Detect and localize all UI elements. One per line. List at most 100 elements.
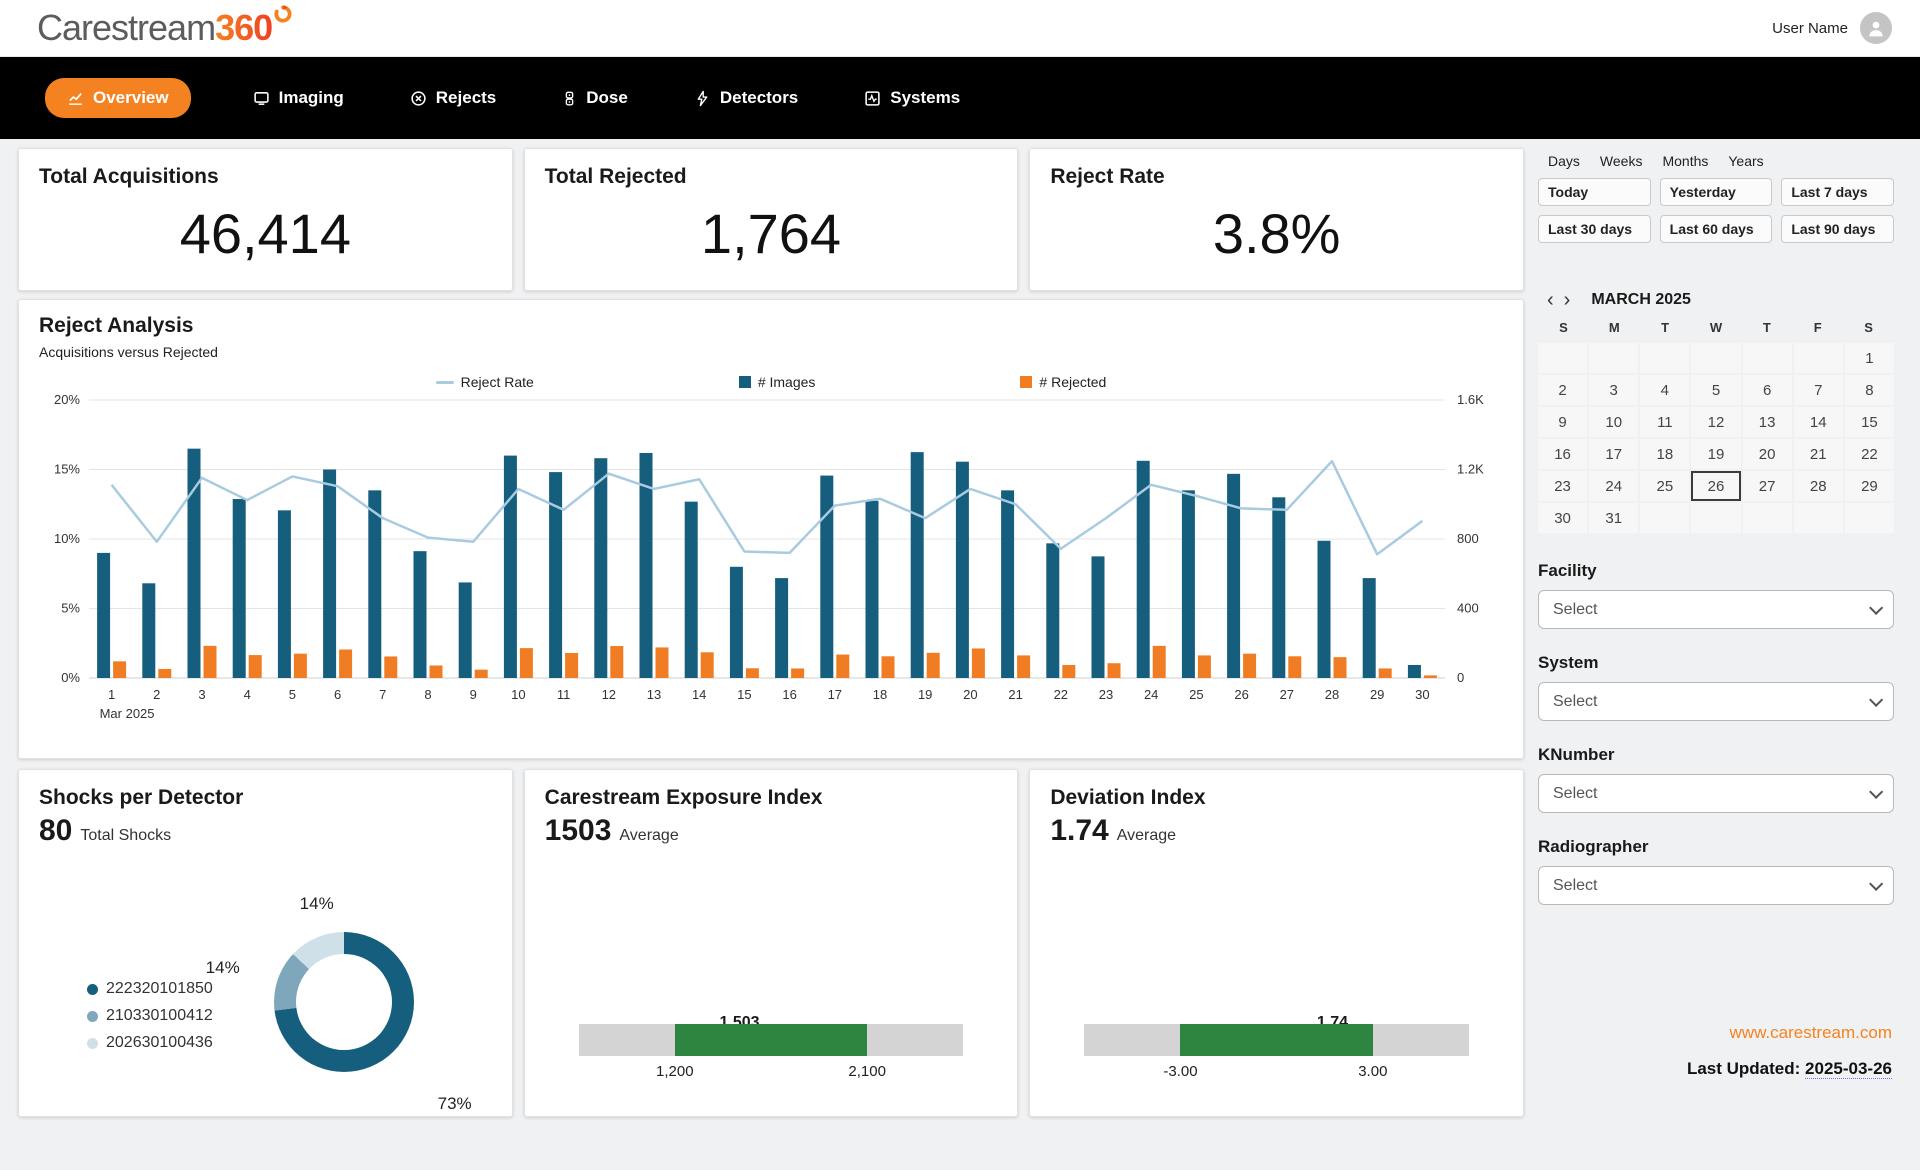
legend-item-detector-2[interactable]: 210330100412 bbox=[87, 1007, 213, 1025]
kpi-title: Total Acquisitions bbox=[39, 165, 492, 189]
main-content: Total Acquisitions 46,414 Total Rejected… bbox=[18, 148, 1524, 1117]
preset-last-90-days-button[interactable]: Last 90 days bbox=[1781, 215, 1894, 243]
slice-label-light: 14% bbox=[300, 894, 334, 914]
svg-text:5%: 5% bbox=[61, 601, 80, 616]
legend-item-rejected[interactable]: # Rejected bbox=[1020, 374, 1106, 390]
shocks-donut-chart bbox=[274, 932, 414, 1072]
calendar-day-3[interactable]: 3 bbox=[1589, 375, 1638, 405]
calendar-day-9[interactable]: 9 bbox=[1538, 407, 1587, 437]
legend-item-detector-1[interactable]: 222320101850 bbox=[87, 980, 213, 998]
app-header: Carestream360 User Name bbox=[0, 0, 1920, 57]
svg-text:0%: 0% bbox=[61, 670, 80, 685]
carestream-website-link[interactable]: www.carestream.com bbox=[1730, 1023, 1892, 1042]
preset-yesterday-button[interactable]: Yesterday bbox=[1660, 178, 1773, 206]
tab-overview[interactable]: Overview bbox=[45, 78, 191, 118]
calendar-day-15[interactable]: 15 bbox=[1845, 407, 1894, 437]
legend-item-detector-3[interactable]: 202630100436 bbox=[87, 1034, 213, 1052]
legend-label: # Images bbox=[758, 374, 816, 390]
calendar-day-1[interactable]: 1 bbox=[1845, 343, 1894, 373]
user-avatar[interactable] bbox=[1860, 12, 1892, 44]
svg-text:17: 17 bbox=[828, 687, 842, 702]
calendar-day-2[interactable]: 2 bbox=[1538, 375, 1587, 405]
calendar-day-25[interactable]: 25 bbox=[1640, 471, 1689, 501]
calendar-day-17[interactable]: 17 bbox=[1589, 439, 1638, 469]
svg-text:22: 22 bbox=[1054, 687, 1068, 702]
tab-rejects[interactable]: Rejects bbox=[406, 78, 500, 118]
calendar-cell-empty bbox=[1538, 343, 1587, 373]
svg-text:12: 12 bbox=[602, 687, 616, 702]
calendar-day-30[interactable]: 30 bbox=[1538, 503, 1587, 533]
calendar-day-10[interactable]: 10 bbox=[1589, 407, 1638, 437]
calendar-day-18[interactable]: 18 bbox=[1640, 439, 1689, 469]
line-swatch bbox=[436, 381, 454, 384]
svg-text:13: 13 bbox=[647, 687, 661, 702]
dot-swatch bbox=[87, 1038, 98, 1049]
calendar-day-28[interactable]: 28 bbox=[1794, 471, 1843, 501]
calendar-day-29[interactable]: 29 bbox=[1845, 471, 1894, 501]
calendar-day-27[interactable]: 27 bbox=[1743, 471, 1792, 501]
calendar-day-24[interactable]: 24 bbox=[1589, 471, 1638, 501]
preset-last-60-days-button[interactable]: Last 60 days bbox=[1660, 215, 1773, 243]
preset-last-30-days-button[interactable]: Last 30 days bbox=[1538, 215, 1651, 243]
calendar-day-8[interactable]: 8 bbox=[1845, 375, 1894, 405]
logo-text: Carestream bbox=[37, 10, 215, 46]
calendar-day-22[interactable]: 22 bbox=[1845, 439, 1894, 469]
tab-label: Detectors bbox=[720, 88, 798, 108]
preset-last-7-days-button[interactable]: Last 7 days bbox=[1781, 178, 1894, 206]
calendar-day-4[interactable]: 4 bbox=[1640, 375, 1689, 405]
calendar-day-31[interactable]: 31 bbox=[1589, 503, 1638, 533]
kpi-value: 3.8% bbox=[1030, 201, 1523, 266]
calendar-day-26[interactable]: 26 bbox=[1691, 471, 1740, 501]
calendar-day-11[interactable]: 11 bbox=[1640, 407, 1689, 437]
calendar-cell-empty bbox=[1589, 343, 1638, 373]
detector-serial: 222320101850 bbox=[106, 980, 213, 998]
calendar-day-6[interactable]: 6 bbox=[1743, 375, 1792, 405]
dosimeter-icon bbox=[562, 90, 577, 107]
gauge-range-min: -3.00 bbox=[1163, 1063, 1197, 1080]
calendar-day-5[interactable]: 5 bbox=[1691, 375, 1740, 405]
period-tab-years[interactable]: Years bbox=[1728, 153, 1763, 169]
calendar-day-23[interactable]: 23 bbox=[1538, 471, 1587, 501]
tab-label: Rejects bbox=[436, 88, 496, 108]
legend-item-images[interactable]: # Images bbox=[739, 374, 816, 390]
gauge-green-band bbox=[1180, 1024, 1372, 1056]
total-shocks-value: 80 bbox=[39, 814, 72, 848]
tab-imaging[interactable]: Imaging bbox=[249, 78, 348, 118]
user-name: User Name bbox=[1772, 20, 1848, 37]
calendar-day-14[interactable]: 14 bbox=[1794, 407, 1843, 437]
legend-label: Reject Rate bbox=[461, 374, 534, 390]
svg-text:0: 0 bbox=[1457, 670, 1464, 685]
period-tab-months[interactable]: Months bbox=[1662, 153, 1708, 169]
tab-dose[interactable]: Dose bbox=[558, 78, 632, 118]
calendar-day-13[interactable]: 13 bbox=[1743, 407, 1792, 437]
period-tab-weeks[interactable]: Weeks bbox=[1600, 153, 1643, 169]
calendar-day-21[interactable]: 21 bbox=[1794, 439, 1843, 469]
calendar-day-19[interactable]: 19 bbox=[1691, 439, 1740, 469]
svg-text:10%: 10% bbox=[54, 531, 80, 546]
tab-systems[interactable]: Systems bbox=[860, 78, 964, 118]
square-swatch bbox=[739, 376, 751, 388]
system-select[interactable]: Select bbox=[1538, 682, 1894, 721]
knumber-select[interactable]: Select bbox=[1538, 774, 1894, 813]
tab-label: Systems bbox=[890, 88, 960, 108]
calendar-prev-icon[interactable]: ‹ bbox=[1544, 290, 1557, 310]
period-tab-days[interactable]: Days bbox=[1548, 153, 1580, 169]
calendar-day-7[interactable]: 7 bbox=[1794, 375, 1843, 405]
calendar-day-12[interactable]: 12 bbox=[1691, 407, 1740, 437]
preset-today-button[interactable]: Today bbox=[1538, 178, 1651, 206]
legend-item-reject-rate[interactable]: Reject Rate bbox=[436, 374, 534, 390]
calendar-day-16[interactable]: 16 bbox=[1538, 439, 1587, 469]
gauge-green-band bbox=[675, 1024, 867, 1056]
gauge-track bbox=[579, 1024, 964, 1056]
exposure-average-value: 1503 bbox=[545, 814, 612, 848]
last-updated: Last Updated: 2025-03-26 bbox=[1538, 1059, 1892, 1079]
calendar-next-icon[interactable]: › bbox=[1561, 290, 1574, 310]
tab-detectors[interactable]: Detectors bbox=[690, 78, 802, 118]
detector-serial: 202630100436 bbox=[106, 1034, 213, 1052]
calendar-day-20[interactable]: 20 bbox=[1743, 439, 1792, 469]
card-title: Shocks per Detector bbox=[39, 786, 492, 810]
radiographer-select[interactable]: Select bbox=[1538, 866, 1894, 905]
overview-chart-icon bbox=[67, 90, 84, 107]
facility-select[interactable]: Select bbox=[1538, 590, 1894, 629]
deviation-index-card: Deviation Index 1.74 Average 1.74 -3.00 … bbox=[1029, 769, 1524, 1117]
